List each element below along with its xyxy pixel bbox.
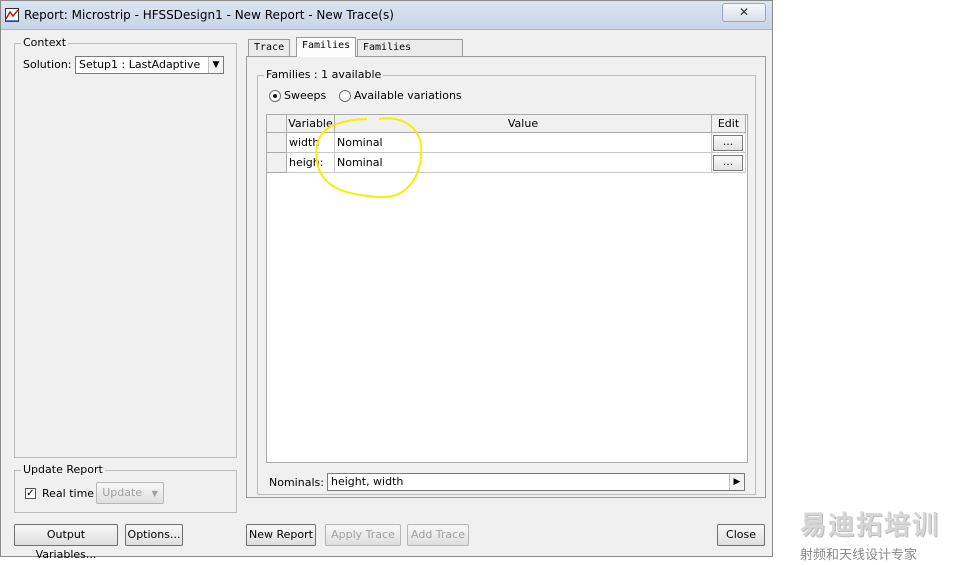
- update-button-label: Update: [102, 486, 143, 499]
- context-group-label: Context: [21, 36, 69, 49]
- nominals-label: Nominals:: [269, 476, 324, 489]
- chevron-down-icon[interactable]: ▼: [208, 57, 223, 73]
- update-report-label: Update Report: [21, 463, 105, 476]
- variations-radio-label: Available variations: [354, 89, 462, 102]
- nominals-value: height, width: [331, 475, 404, 488]
- families-group-label: Families : 1 available: [264, 68, 384, 81]
- realtime-label: Real time: [42, 487, 95, 500]
- sweeps-radio[interactable]: [269, 90, 281, 102]
- add-trace-button[interactable]: Add Trace: [407, 524, 469, 546]
- watermark-title: 易迪拓培训: [800, 511, 941, 541]
- variations-radio[interactable]: [339, 90, 351, 102]
- watermark-logo: 易迪拓培训 射频和天线设计专家: [800, 505, 940, 563]
- update-button[interactable]: Update ▼: [96, 482, 164, 504]
- update-report-group: Update Report ✓ Real time Update ▼: [14, 463, 237, 513]
- close-icon[interactable]: ✕: [722, 3, 766, 22]
- context-group: Context Solution: Setup1 : LastAdaptive …: [14, 36, 237, 458]
- tab-families-display[interactable]: Families Display: [357, 39, 463, 69]
- new-report-button[interactable]: New Report: [246, 524, 316, 546]
- output-variables-button[interactable]: Output Variables...: [14, 524, 118, 561]
- report-dialog: Report: Microstrip - HFSSDesign1 - New R…: [0, 0, 773, 561]
- sweeps-radio-label: Sweeps: [284, 89, 327, 102]
- dropdown-arrow-icon: ▼: [151, 489, 158, 498]
- app-icon: [5, 8, 19, 22]
- chevron-right-icon[interactable]: ▶: [729, 474, 744, 490]
- solution-select-value: Setup1 : LastAdaptive: [79, 58, 201, 71]
- annotation-circle: [315, 117, 423, 199]
- close-button[interactable]: Close: [717, 524, 765, 546]
- edit-button[interactable]: ...: [713, 135, 743, 151]
- watermark-subtitle: 射频和天线设计专家: [800, 548, 918, 563]
- corner-header: [267, 115, 287, 133]
- apply-trace-button[interactable]: Apply Trace: [325, 524, 401, 546]
- table-row-edit-cell: ...: [712, 153, 746, 173]
- tab-trace[interactable]: Trace: [248, 39, 290, 56]
- tab-families[interactable]: Families: [296, 37, 356, 57]
- solution-select[interactable]: Setup1 : LastAdaptive ▼: [75, 56, 224, 74]
- options-button[interactable]: Options...: [125, 524, 183, 546]
- solution-label: Solution:: [23, 58, 72, 71]
- nominals-field[interactable]: height, width ▶: [327, 473, 745, 491]
- row-header-1[interactable]: [267, 133, 287, 153]
- realtime-checkbox[interactable]: ✓: [25, 488, 36, 499]
- row-header-2[interactable]: [267, 153, 287, 173]
- window-title: Report: Microstrip - HFSSDesign1 - New R…: [24, 8, 394, 22]
- title-bar[interactable]: Report: Microstrip - HFSSDesign1 - New R…: [1, 1, 772, 30]
- edit-button[interactable]: ...: [713, 155, 743, 171]
- column-header-edit[interactable]: Edit: [712, 115, 746, 133]
- table-row-edit-cell: ...: [712, 133, 746, 153]
